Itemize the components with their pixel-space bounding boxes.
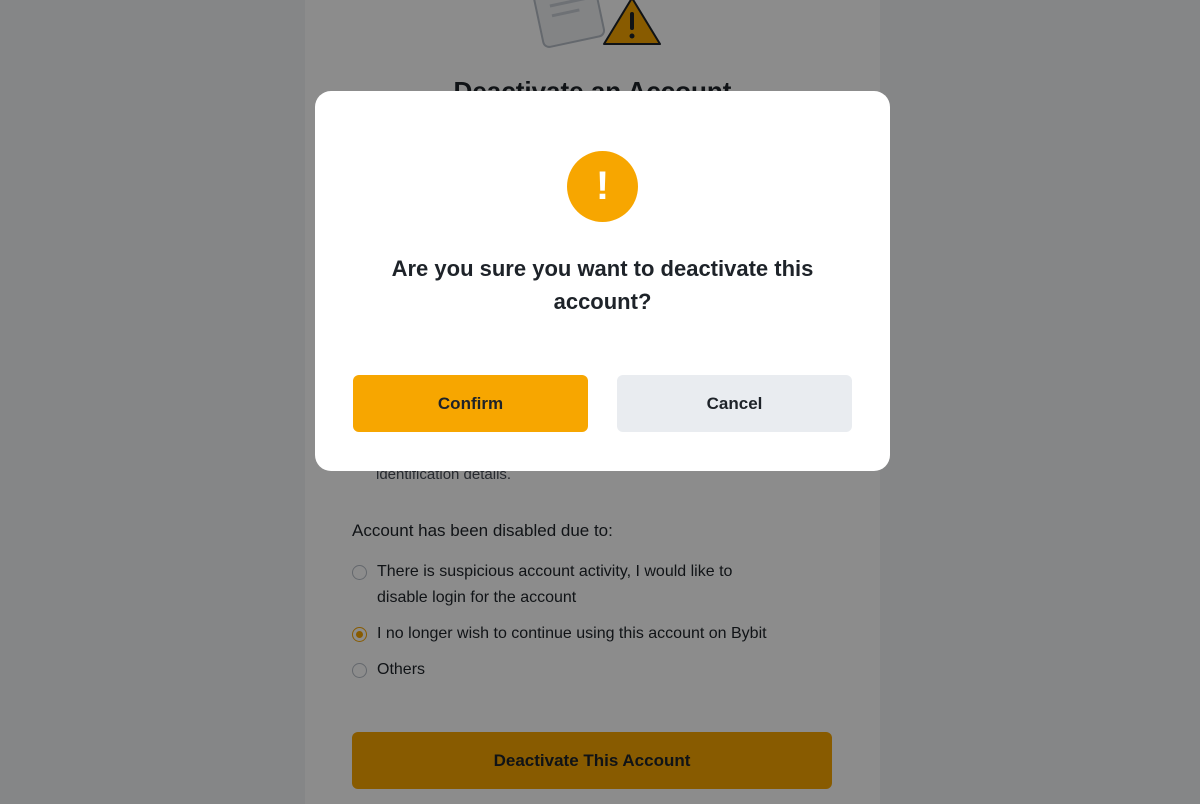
dialog-title: Are you sure you want to deactivate this… [391,256,814,314]
warning-exclamation-icon: ! [567,151,638,222]
account-deactivation-page: Deactivate an Account identification det… [0,0,1200,804]
cancel-button[interactable]: Cancel [617,375,852,432]
confirm-button[interactable]: Confirm [353,375,588,432]
confirm-deactivation-dialog: ! Are you sure you want to deactivate th… [315,91,890,471]
